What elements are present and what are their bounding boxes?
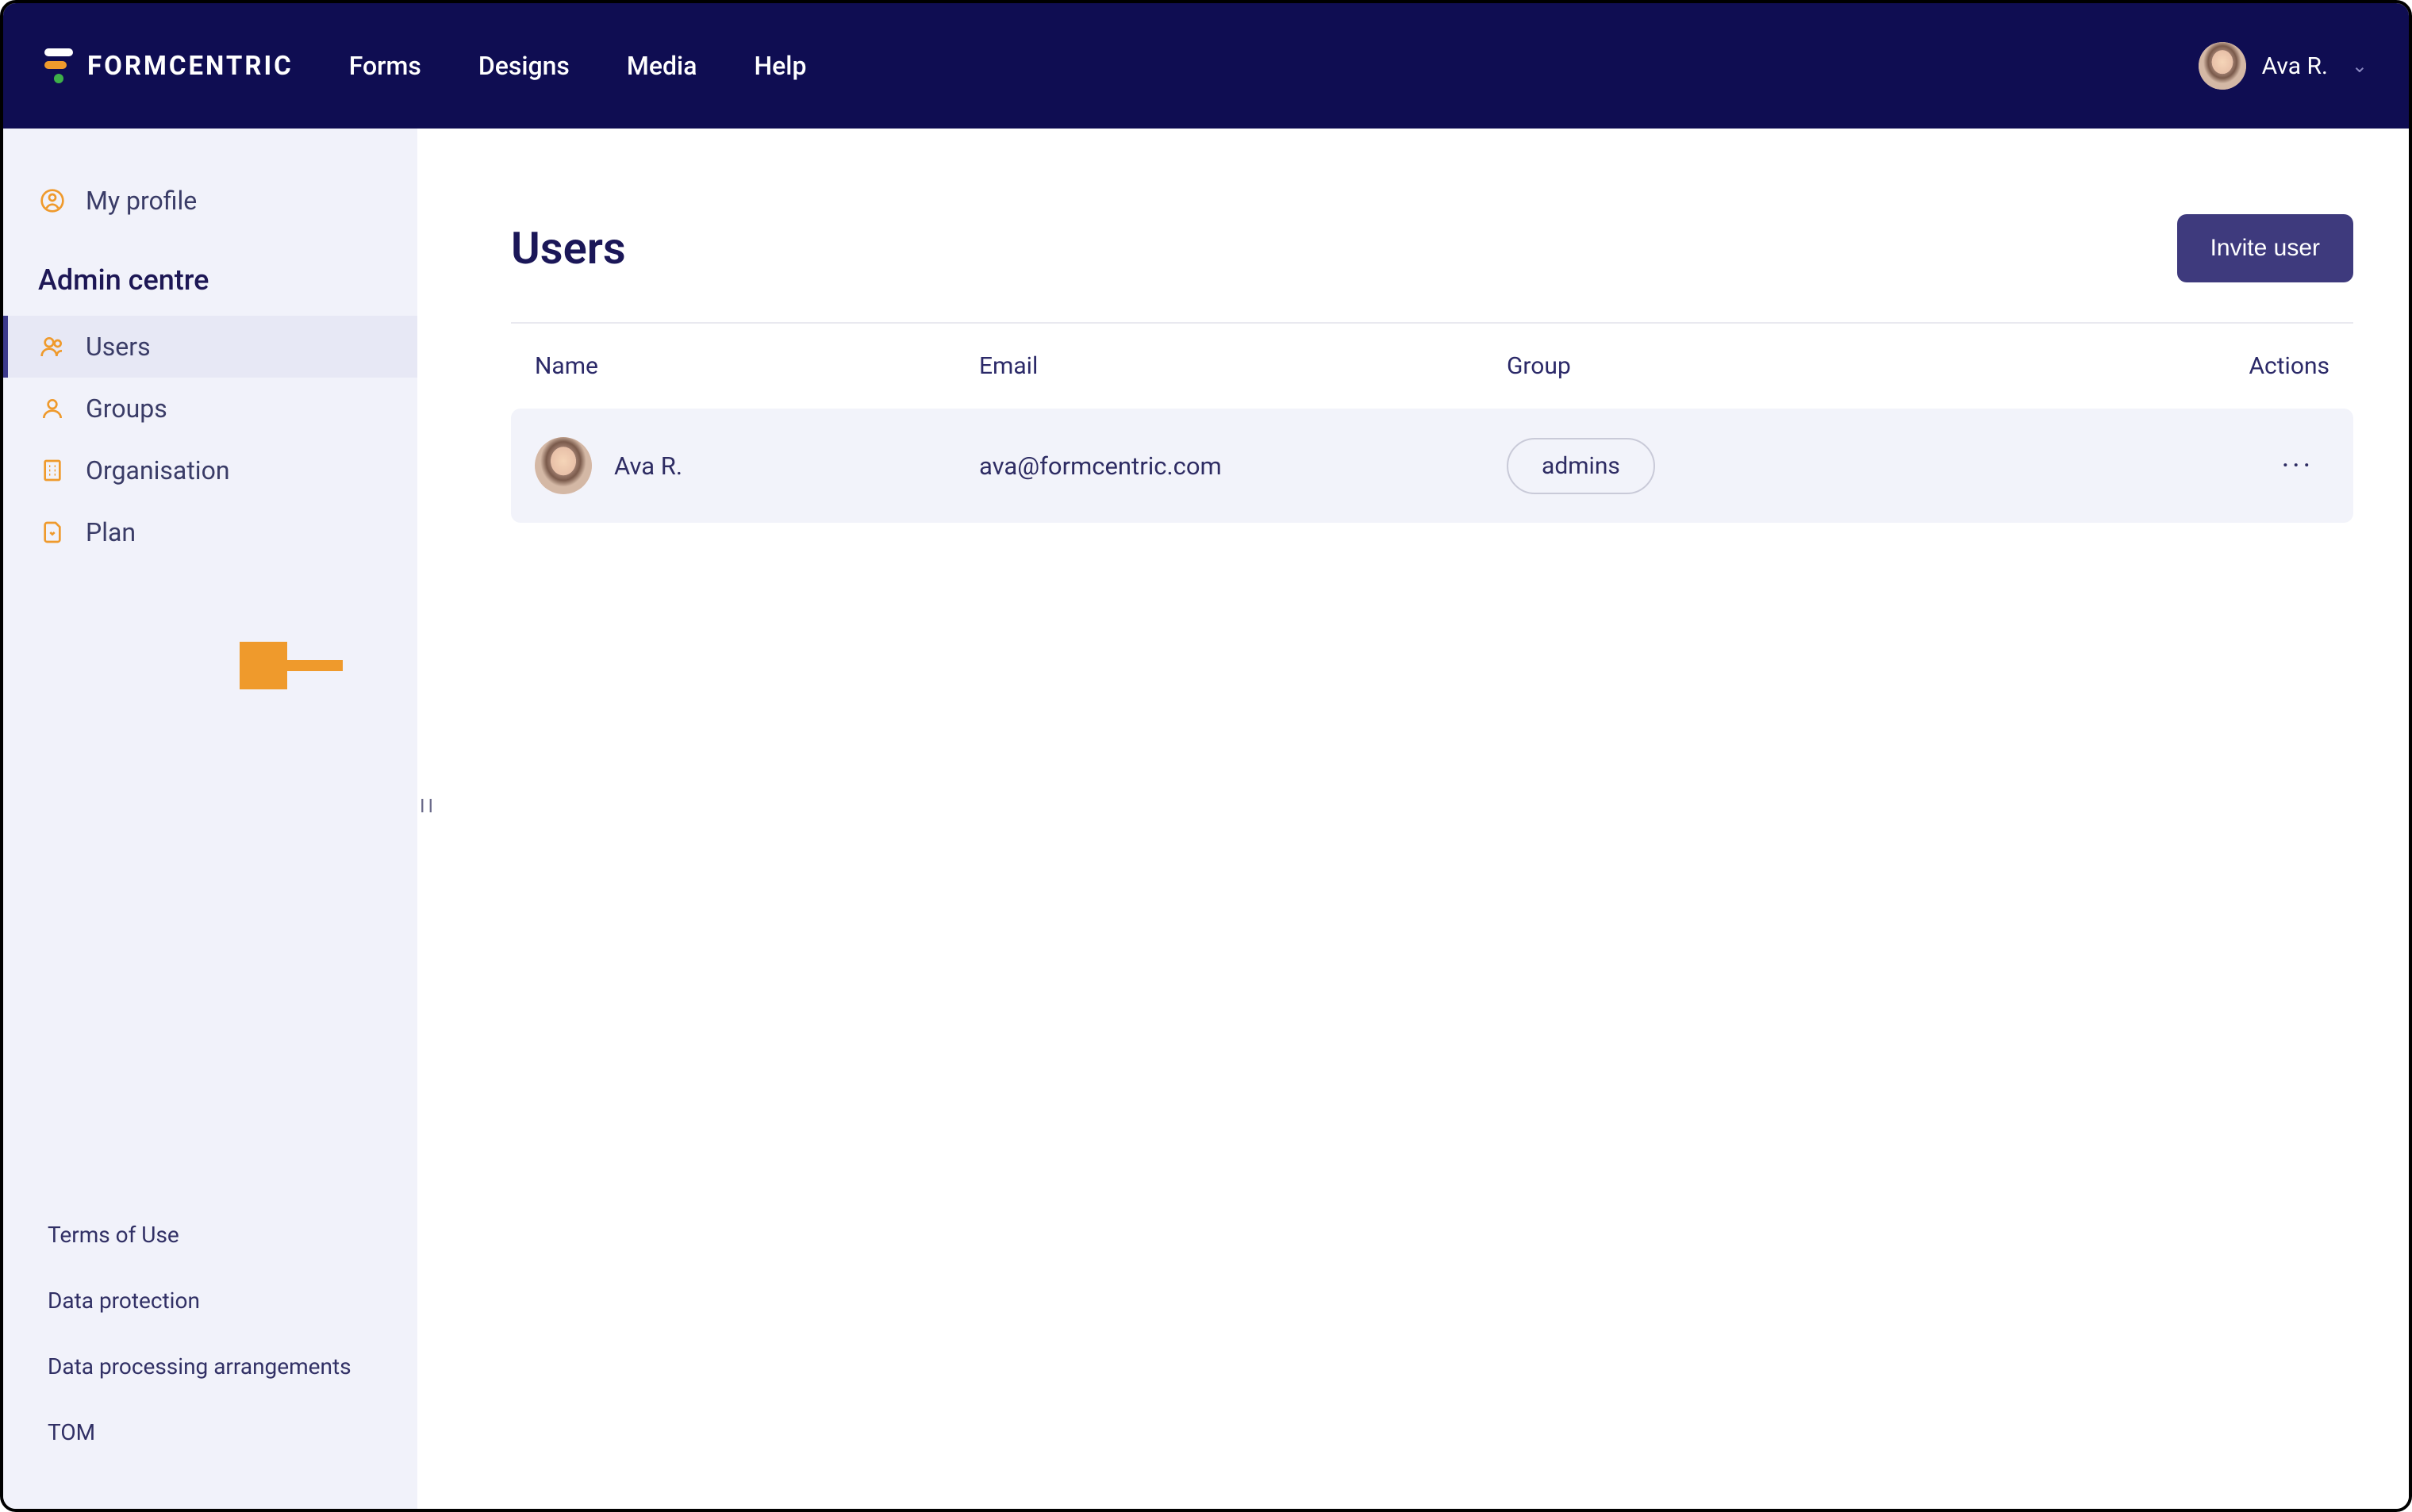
user-menu[interactable]: Ava R. ⌄ <box>2199 42 2368 90</box>
sidebar-item-label: My profile <box>86 186 197 216</box>
page-title: Users <box>511 222 626 274</box>
sidebar: My profile Admin centre Users <box>3 129 417 1509</box>
group-badge[interactable]: admins <box>1507 438 1655 494</box>
avatar <box>2199 42 2246 90</box>
nav-media[interactable]: Media <box>627 51 697 81</box>
brand-name: FORMCENTRIC <box>87 51 294 82</box>
footer-data-processing[interactable]: Data processing arrangements <box>48 1353 373 1380</box>
table-header: Name Email Group Actions <box>511 324 2353 409</box>
top-navigation: Forms Designs Media Help <box>349 51 807 81</box>
chevron-down-icon: ⌄ <box>2352 55 2368 77</box>
nav-help[interactable]: Help <box>754 51 806 81</box>
sidebar-item-plan[interactable]: Plan <box>3 501 417 563</box>
topbar: FORMCENTRIC Forms Designs Media Help Ava… <box>3 3 2409 129</box>
user-display-name: Ava R. <box>2262 52 2328 80</box>
building-icon <box>38 456 67 485</box>
nav-forms[interactable]: Forms <box>349 51 421 81</box>
column-group[interactable]: Group <box>1507 352 2171 380</box>
nav-designs[interactable]: Designs <box>478 51 570 81</box>
sidebar-item-label: Organisation <box>86 455 229 485</box>
sidebar-collapse-handle[interactable]: II <box>420 795 436 817</box>
sidebar-item-organisation[interactable]: Organisation <box>3 439 417 501</box>
sidebar-item-label: Users <box>86 332 151 362</box>
users-icon <box>38 332 67 361</box>
sidebar-item-profile[interactable]: My profile <box>3 170 417 232</box>
row-actions-menu[interactable]: ··· <box>2171 449 2329 482</box>
invite-user-button[interactable]: Invite user <box>2177 214 2353 282</box>
logo-icon <box>44 48 73 83</box>
sidebar-footer: Terms of Use Data protection Data proces… <box>3 1222 417 1477</box>
avatar <box>535 437 592 494</box>
brand-logo[interactable]: FORMCENTRIC <box>44 48 294 83</box>
document-icon <box>38 518 67 547</box>
user-circle-icon <box>38 186 67 215</box>
footer-data-protection[interactable]: Data protection <box>48 1288 373 1314</box>
row-user-email: ava@formcentric.com <box>979 451 1507 481</box>
sidebar-item-label: Plan <box>86 517 136 547</box>
more-icon: ··· <box>2282 449 2314 482</box>
column-email[interactable]: Email <box>979 352 1507 380</box>
row-user-name: Ava R. <box>614 451 682 481</box>
footer-terms[interactable]: Terms of Use <box>48 1222 373 1248</box>
footer-tom[interactable]: TOM <box>48 1419 373 1445</box>
sidebar-item-label: Groups <box>86 393 167 424</box>
table-row[interactable]: Ava R. ava@formcentric.com admins ··· <box>511 409 2353 523</box>
sidebar-section-title: Admin centre <box>3 232 417 316</box>
column-name[interactable]: Name <box>535 352 979 380</box>
groups-icon <box>38 394 67 423</box>
sidebar-item-users[interactable]: Users <box>3 316 417 378</box>
sidebar-item-groups[interactable]: Groups <box>3 378 417 439</box>
column-actions: Actions <box>2171 352 2329 380</box>
content-area: Users Invite user Name Email Group Actio… <box>417 129 2409 1509</box>
